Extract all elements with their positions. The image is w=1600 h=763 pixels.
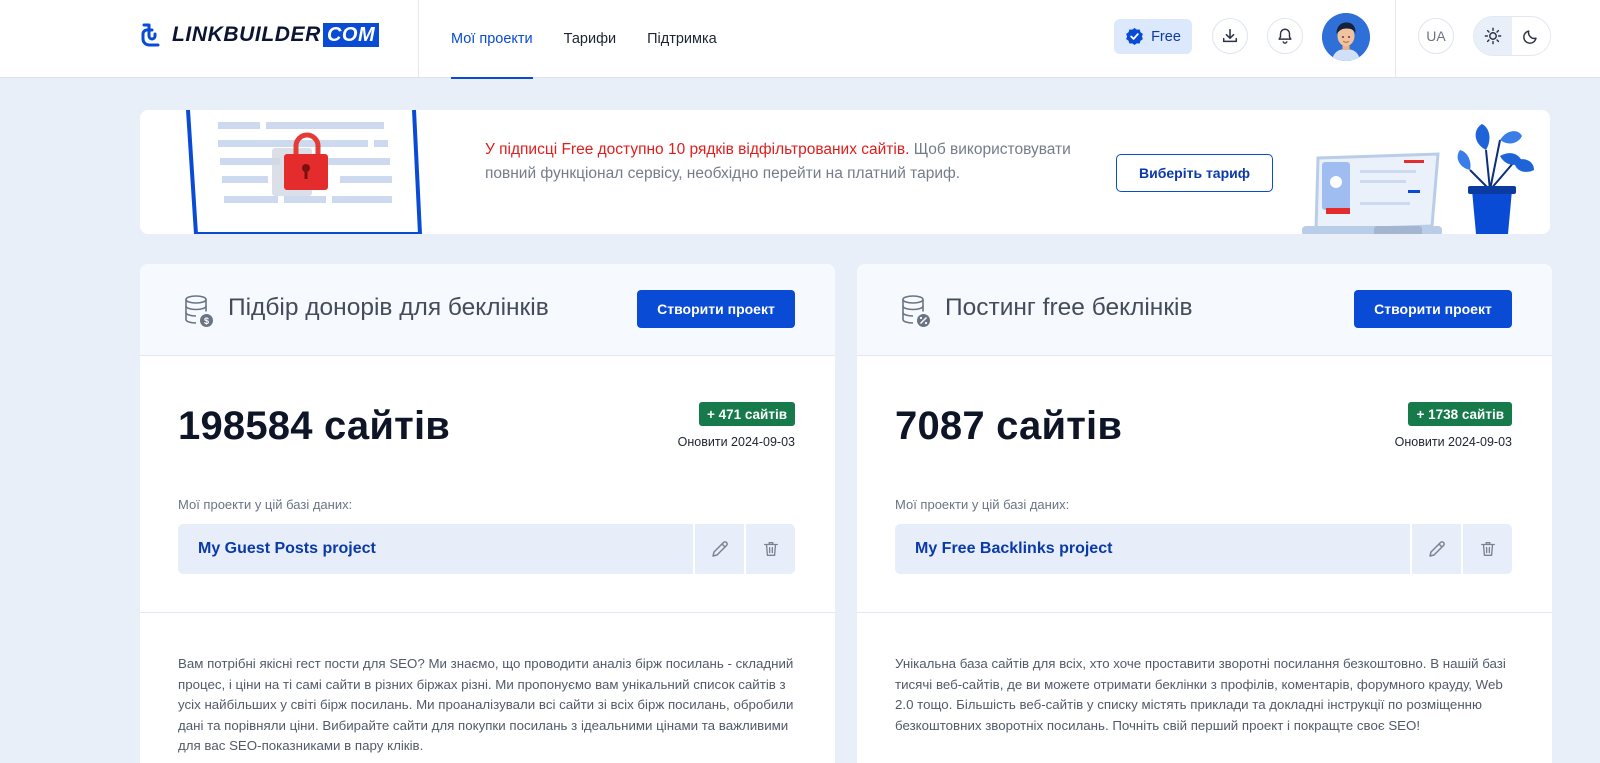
- nav-pricing[interactable]: Тарифи: [564, 0, 616, 78]
- nav-support[interactable]: Підтримка: [647, 0, 717, 78]
- edit-project-button[interactable]: [1412, 524, 1461, 574]
- logo-text: LINKBUILDER: [172, 23, 321, 46]
- nav-my-projects[interactable]: Мої проекти: [451, 0, 533, 79]
- create-project-button[interactable]: Створити проект: [1354, 290, 1512, 328]
- update-date: Оновити 2024-09-03: [1394, 435, 1512, 449]
- link-logo-icon: [141, 23, 160, 47]
- trash-icon: [763, 542, 778, 556]
- project-row: My Free Backlinks project: [895, 524, 1512, 574]
- notifications-button[interactable]: [1267, 18, 1303, 54]
- card-description: Вам потрібні якісні гест пости для SEO? …: [178, 656, 794, 753]
- bell-icon: [1278, 28, 1292, 44]
- dark-theme-option[interactable]: [1512, 17, 1550, 55]
- database-dollar-icon: $: [185, 295, 213, 327]
- card-header: Постинг free беклінків Створити проект: [857, 264, 1552, 356]
- site-count: 7087 сайтів: [895, 404, 1123, 448]
- pencil-icon: [711, 541, 728, 557]
- moon-icon: [1523, 30, 1537, 44]
- delete-project-button[interactable]: [746, 524, 795, 574]
- card-title: Підбір донорів для беклінків: [228, 294, 549, 321]
- svg-text:$: $: [204, 316, 209, 326]
- card-divider: [857, 612, 1552, 613]
- project-link[interactable]: My Free Backlinks project: [895, 524, 1410, 574]
- locked-document-illustration: [186, 110, 423, 234]
- header-divider: [1395, 0, 1396, 78]
- trash-icon: [1480, 542, 1495, 556]
- download-icon: [1222, 28, 1238, 43]
- verified-badge-icon: [1126, 27, 1143, 46]
- logo[interactable]: LINKBUILDER COM: [138, 22, 380, 48]
- user-avatar[interactable]: [1322, 13, 1370, 61]
- sun-icon: [1484, 27, 1502, 45]
- site-count: 198584 сайтів: [178, 404, 451, 448]
- light-theme-option[interactable]: [1474, 17, 1512, 55]
- edit-project-button[interactable]: [695, 524, 744, 574]
- project-row: My Guest Posts project: [178, 524, 795, 574]
- laptop-plant-illustration: [1302, 124, 1534, 234]
- choose-plan-button[interactable]: Виберіть тариф: [1116, 154, 1273, 192]
- project-link[interactable]: My Guest Posts project: [178, 524, 693, 574]
- avatar-icon: [1322, 13, 1370, 61]
- banner-message: У підписці Free доступно 10 рядків відфі…: [485, 138, 1105, 185]
- site-delta-badge: + 1738 сайтів: [1408, 402, 1512, 426]
- update-date: Оновити 2024-09-03: [677, 435, 795, 449]
- site-delta-badge: + 471 сайтів: [698, 402, 795, 426]
- main-nav: Мої проекти Тарифи Підтримка: [451, 0, 748, 79]
- language-switcher[interactable]: UA: [1418, 18, 1454, 54]
- banner-highlight: У підписці Free доступно 10 рядків відфі…: [485, 141, 910, 158]
- create-project-button[interactable]: Створити проект: [637, 290, 795, 328]
- delete-project-button[interactable]: [1463, 524, 1512, 574]
- logo-suffix: COM: [322, 23, 380, 47]
- card-divider: [140, 612, 835, 613]
- projects-label: Мої проекти у цій базі даних:: [895, 497, 1070, 512]
- pencil-icon: [1428, 541, 1445, 557]
- plan-badge[interactable]: Free: [1114, 19, 1192, 54]
- upgrade-banner: У підписці Free доступно 10 рядків відфі…: [140, 110, 1550, 234]
- database-percent-icon: [902, 295, 930, 327]
- card-donors: $ Підбір донорів для беклінків Створити …: [140, 264, 835, 763]
- top-header: LINKBUILDER COM Мої проекти Тарифи Підтр…: [0, 0, 1600, 79]
- card-description: Унікальна база сайтів для всіх, хто хоче…: [895, 656, 1506, 733]
- header-divider: [418, 0, 419, 78]
- theme-toggle[interactable]: [1473, 16, 1551, 56]
- card-free-backlinks: Постинг free беклінків Створити проект 7…: [857, 264, 1552, 763]
- card-header: $ Підбір донорів для беклінків Створити …: [140, 264, 835, 356]
- projects-label: Мої проекти у цій базі даних:: [178, 497, 353, 512]
- card-title: Постинг free беклінків: [945, 294, 1193, 321]
- download-button[interactable]: [1212, 18, 1248, 54]
- plan-label: Free: [1151, 28, 1181, 45]
